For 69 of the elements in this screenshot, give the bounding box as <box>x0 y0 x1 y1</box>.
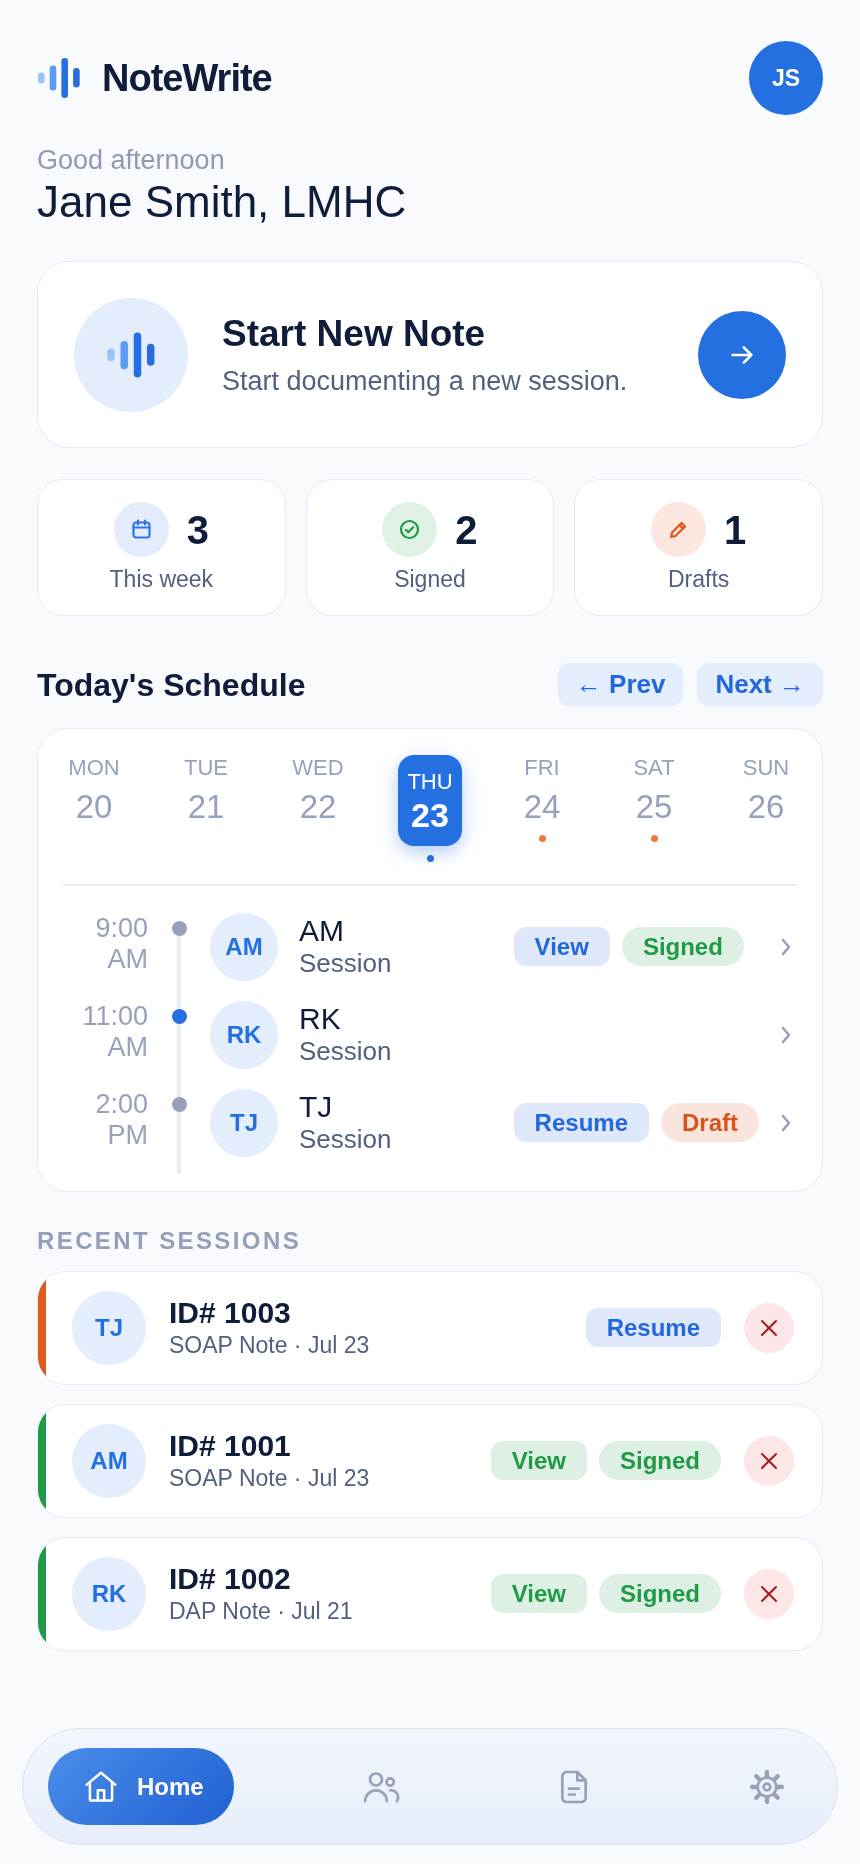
session-type: Session <box>299 1034 392 1067</box>
calendar-icon <box>113 502 169 557</box>
client-name: AM <box>299 914 344 947</box>
day-button[interactable]: FRI 24 <box>510 755 574 829</box>
prev-button[interactable]: ← Prev <box>557 663 684 706</box>
x-icon <box>760 1451 778 1470</box>
delete-button[interactable] <box>744 1568 794 1619</box>
day-button[interactable]: TUE 21 <box>174 755 238 829</box>
chevron-right-icon <box>780 1024 792 1045</box>
appointment-time: 11:00 AM <box>81 1000 148 1063</box>
user-name: Jane Smith, LMHC <box>37 176 407 228</box>
status-badge: Signed <box>621 927 744 966</box>
action-button[interactable]: View <box>490 1441 587 1480</box>
session-type: Session <box>299 946 392 979</box>
action-button[interactable]: View <box>490 1574 587 1613</box>
action-button[interactable]: Resume <box>513 1103 649 1142</box>
appointment-time: 2:00 PM <box>94 1088 148 1151</box>
section-title: Today's Schedule <box>37 665 306 705</box>
day-button[interactable]: WED 22 <box>286 755 350 829</box>
session-type: Session <box>299 1122 392 1155</box>
delete-button[interactable] <box>744 1302 794 1353</box>
action-button[interactable]: View <box>513 927 610 966</box>
day-button[interactable]: SAT 25 <box>622 755 686 829</box>
client-name: RK <box>299 1002 341 1035</box>
day-button[interactable]: MON 20 <box>62 755 126 829</box>
client-avatar: TJ <box>210 1088 278 1157</box>
stat-label: Drafts <box>668 565 730 593</box>
delete-button[interactable] <box>744 1435 794 1486</box>
check-circle-icon <box>382 502 438 557</box>
next-button[interactable]: Next → <box>697 663 823 706</box>
appointment-time: 9:00 AM <box>94 912 148 975</box>
session-id: ID# 1003 <box>169 1295 291 1330</box>
client-name: TJ <box>299 1090 333 1123</box>
section-label: RECENT SESSIONS <box>37 1227 302 1254</box>
card-title: Start New Note <box>222 313 486 354</box>
day-button[interactable]: SUN 26 <box>734 755 798 829</box>
session-id: ID# 1002 <box>169 1561 291 1596</box>
start-note-card[interactable]: Start New Note Start documenting a new session. <box>37 261 823 448</box>
nav-tab[interactable]: Home <box>48 1748 234 1825</box>
stat-value: 3 <box>186 506 209 553</box>
session-details: SOAP Note · Jul 23 <box>169 1330 370 1360</box>
card-subtitle: Start documenting a new session. <box>222 365 628 396</box>
stat-value: 2 <box>455 506 478 553</box>
client-avatar: RK <box>210 1000 278 1069</box>
session-details: DAP Note · Jul 21 <box>169 1596 353 1626</box>
action-button[interactable]: Resume <box>585 1308 721 1347</box>
pencil-icon <box>651 502 707 557</box>
stat-value: 1 <box>724 506 747 553</box>
x-icon <box>760 1584 778 1603</box>
waveform-icon <box>74 297 188 412</box>
chevron-right-icon <box>780 1112 792 1133</box>
status-badge: Signed <box>599 1441 721 1480</box>
chevron-right-icon <box>780 936 792 957</box>
client-avatar: AM <box>210 912 278 981</box>
client-avatar: TJ <box>72 1290 146 1365</box>
greeting-text: Good afternoon <box>37 144 225 176</box>
session-id: ID# 1001 <box>169 1428 291 1463</box>
session-details: SOAP Note · Jul 23 <box>169 1463 370 1493</box>
app-name: NoteWrite <box>102 56 272 100</box>
user-avatar[interactable]: JS <box>749 41 823 115</box>
stat-label: Signed <box>394 565 466 593</box>
waveform-icon <box>38 58 80 98</box>
x-icon <box>760 1318 778 1337</box>
status-badge: Draft <box>661 1103 759 1142</box>
stat-label: This week <box>109 565 214 593</box>
client-avatar: AM <box>72 1423 146 1498</box>
client-avatar: RK <box>72 1556 146 1631</box>
status-badge: Signed <box>599 1574 721 1613</box>
day-button[interactable]: THU 23 <box>398 755 462 846</box>
